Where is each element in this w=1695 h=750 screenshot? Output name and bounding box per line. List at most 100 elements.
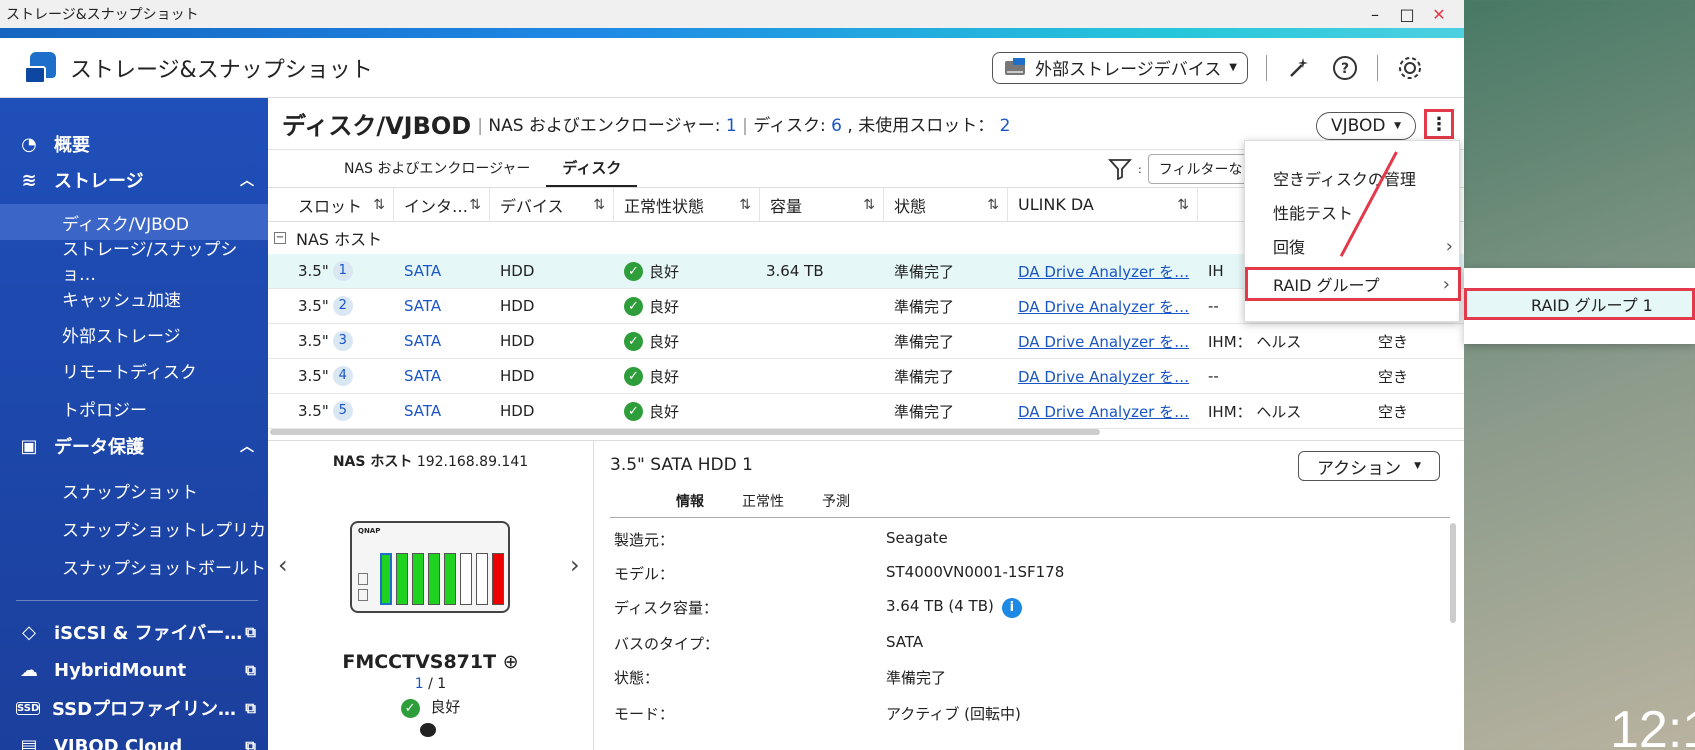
submenu-item-raid-group-1[interactable]: RAID グループ 1 xyxy=(1464,288,1695,320)
ulink-da-link[interactable]: DA Drive Analyzer を… xyxy=(1018,366,1189,387)
filter-icon[interactable] xyxy=(1108,158,1132,180)
interface-link[interactable]: SATA xyxy=(404,262,441,280)
menu-item-free-disk-management[interactable]: 空きディスクの管理 xyxy=(1245,161,1461,195)
table-cell xyxy=(760,359,884,393)
zoom-in-icon[interactable]: ⊕ xyxy=(503,651,519,673)
interface-link[interactable]: SATA xyxy=(404,332,441,350)
sidebar-link-ssd-profiling[interactable]: SSD SSDプロファイリン… ⧉ xyxy=(0,690,268,726)
sidebar-item-overview[interactable]: ◔ 概要 xyxy=(0,126,268,162)
collapse-icon[interactable]: − xyxy=(274,232,286,244)
slot-number: 3 xyxy=(332,331,353,351)
drive-bay-2[interactable] xyxy=(396,553,408,605)
chevron-left-icon[interactable]: ‹ xyxy=(278,551,288,579)
field-key: ディスク容量： xyxy=(614,599,718,617)
sidebar-item-snapshot-replica[interactable]: スナップショットレプリカ xyxy=(0,510,268,546)
sidebar-link-hybridmount[interactable]: ☁ HybridMount ⧉ xyxy=(0,652,268,688)
menu-item-performance-test[interactable]: 性能テスト xyxy=(1245,195,1461,229)
check-circle-icon: ✓ xyxy=(624,331,643,351)
detail-tabs: 情報 正常性 予測 xyxy=(676,491,850,511)
column-label: 容量 xyxy=(770,196,803,216)
gear-icon[interactable] xyxy=(1396,54,1424,82)
ulink-da-link[interactable]: DA Drive Analyzer を… xyxy=(1018,401,1189,422)
interface-link[interactable]: SATA xyxy=(404,402,441,420)
database-icon: ≋ xyxy=(21,169,37,191)
column-health[interactable]: 正常性状態 ⇅ xyxy=(614,188,760,221)
column-capacity[interactable]: 容量 ⇅ xyxy=(760,188,884,221)
disk-detail-panel: 3.5" SATA HDD 1 アクション ▼ 情報 正常性 予測 製造元： Se… xyxy=(610,441,1458,750)
external-link-icon: ⧉ xyxy=(245,699,256,717)
horizontal-scrollbar[interactable] xyxy=(270,429,1100,435)
menu-item-label: 回復 xyxy=(1273,238,1306,257)
external-storage-label: 外部ストレージデバイス xyxy=(1035,60,1222,80)
sidebar-item-storage-snapshots[interactable]: ストレージ/スナップショ… xyxy=(0,240,268,285)
sidebar-item-snapshot-vault[interactable]: スナップショットボールト xyxy=(0,548,268,584)
sidebar-item-cache-acceleration[interactable]: キャッシュ加速 xyxy=(0,280,268,316)
sort-icon: ⇅ xyxy=(1177,196,1189,213)
table-cell: DA Drive Analyzer を… xyxy=(1008,254,1198,288)
nas-panel: NAS ホスト 192.168.89.141 ‹ › QNAP FMCCTVS8… xyxy=(268,441,594,750)
maximize-button[interactable]: □ xyxy=(1398,5,1416,24)
help-icon[interactable]: ? xyxy=(1331,54,1359,82)
external-storage-device-button[interactable]: 外部ストレージデバイス ▼ xyxy=(992,51,1248,84)
disk-detail-title: 3.5" SATA HDD 1 xyxy=(610,455,753,475)
iscsi-icon: ◇ xyxy=(22,621,36,643)
drive-bay-7[interactable] xyxy=(476,553,488,605)
tab-disks[interactable]: ディスク xyxy=(546,149,638,187)
chevron-right-icon[interactable]: › xyxy=(570,551,580,579)
more-options-icon[interactable]: ⋮ xyxy=(1424,109,1454,139)
drive-bay-4[interactable] xyxy=(428,553,440,605)
column-status[interactable]: 状態 ⇅ xyxy=(884,188,1008,221)
status-text: 準備完了 xyxy=(894,367,955,386)
sidebar-group-storage[interactable]: ≋ ストレージ ︿ xyxy=(0,162,268,198)
magic-wand-icon[interactable] xyxy=(1285,54,1313,82)
ulink-da-link[interactable]: DA Drive Analyzer を… xyxy=(1018,261,1189,282)
column-device[interactable]: デバイス ⇅ xyxy=(490,188,614,221)
ihm-value: -- xyxy=(1208,297,1219,315)
column-interface[interactable]: インタ… ⇅ xyxy=(394,188,490,221)
nas-status: ✓ 良好 xyxy=(268,696,593,718)
table-cell: 準備完了 xyxy=(884,394,1008,428)
field-value: 準備完了 xyxy=(886,669,947,687)
filter-input[interactable]: フィルターな xyxy=(1147,154,1248,184)
drive-bay-1[interactable] xyxy=(380,553,392,605)
drive-bay-8[interactable] xyxy=(492,553,504,605)
sidebar-group-data-protection[interactable]: ▣ データ保護 ︿ xyxy=(0,428,268,464)
tab-prediction[interactable]: 予測 xyxy=(822,491,850,511)
drive-bay-3[interactable] xyxy=(412,553,424,605)
sort-icon: ⇅ xyxy=(987,196,999,213)
ulink-da-link[interactable]: DA Drive Analyzer を… xyxy=(1018,296,1189,317)
sidebar-link-vjbod-cloud[interactable]: ▤ VJBOD Cloud ⧉ xyxy=(0,728,268,750)
minimize-button[interactable]: – xyxy=(1366,5,1384,24)
tab-nas-enclosure[interactable]: NAS およびエンクロージャー xyxy=(328,149,546,187)
sidebar-item-snapshot[interactable]: スナップショット xyxy=(0,472,268,508)
sidebar-item-remote-disk[interactable]: リモートディスク xyxy=(0,352,268,388)
slot-number: 5 xyxy=(332,401,353,421)
chevron-up-icon: ︿ xyxy=(240,439,254,455)
table-row[interactable]: 3.5" 4 SATA HDD ✓ 良好 準備完了 DA Drive Analyzer を… -… xyxy=(268,359,1464,394)
info-icon[interactable]: i xyxy=(1001,598,1022,618)
table-row[interactable]: 3.5" 5 SATA HDD ✓ 良好 準備完了 DA Drive Analyzer を… I… xyxy=(268,394,1464,429)
chevron-down-icon: ▼ xyxy=(1229,62,1237,73)
column-ulink-da[interactable]: ULINK DA ⇅ xyxy=(1008,188,1198,221)
action-dropdown[interactable]: アクション ▼ xyxy=(1298,451,1440,481)
tab-info[interactable]: 情報 xyxy=(676,491,704,511)
table-cell: HDD xyxy=(490,324,614,358)
sidebar-item-topology[interactable]: トポロジー xyxy=(0,390,268,426)
column-slot[interactable]: スロット ⇅ xyxy=(268,188,394,221)
interface-link[interactable]: SATA xyxy=(404,367,441,385)
vertical-scrollbar[interactable] xyxy=(1450,523,1456,623)
drive-bay-6[interactable] xyxy=(460,553,472,605)
table-row[interactable]: 3.5" 3 SATA HDD ✓ 良好 準備完了 DA Drive Analyzer を… I… xyxy=(268,324,1464,359)
drive-bay-5[interactable] xyxy=(444,553,456,605)
sidebar-item-label: キャッシュ加速 xyxy=(62,290,181,311)
sidebar-link-iscsi[interactable]: ◇ iSCSI & ファイバー… ⧉ xyxy=(0,614,268,650)
ulink-da-link[interactable]: DA Drive Analyzer を… xyxy=(1018,331,1189,352)
table-cell: 空き xyxy=(1378,394,1438,428)
sidebar-item-external-storage[interactable]: 外部ストレージ xyxy=(0,316,268,352)
vjbod-dropdown[interactable]: VJBOD ▼ xyxy=(1316,112,1416,140)
menu-item-raid-group[interactable]: RAID グループ › xyxy=(1245,267,1461,301)
sidebar-divider xyxy=(16,600,258,601)
close-button[interactable]: ✕ xyxy=(1430,5,1448,24)
interface-link[interactable]: SATA xyxy=(404,297,441,315)
tab-health[interactable]: 正常性 xyxy=(742,491,784,511)
